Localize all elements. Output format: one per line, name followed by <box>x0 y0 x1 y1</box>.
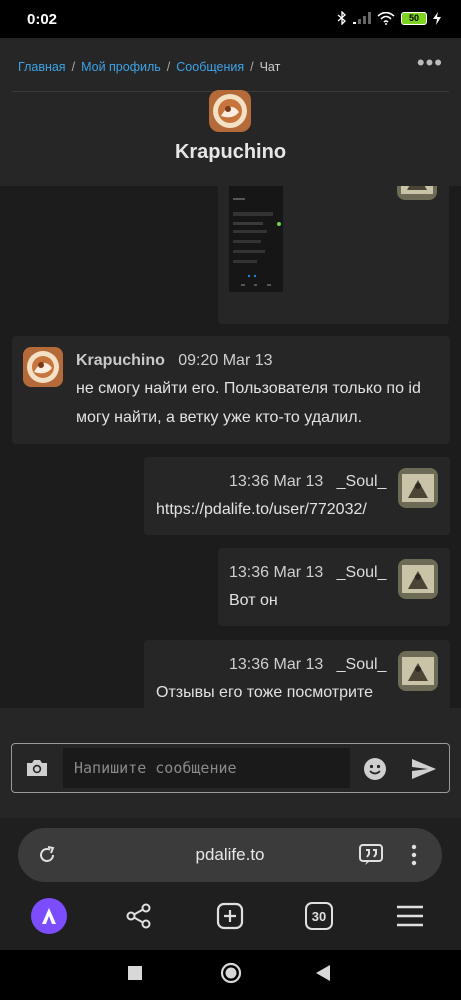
author-avatar[interactable] <box>398 559 438 599</box>
status-time: 0:02 <box>27 11 58 28</box>
camera-icon[interactable] <box>24 756 50 780</box>
message-author[interactable]: Krapuchino <box>76 352 165 369</box>
message-text: не смогу найти его. Пользователя только … <box>76 374 446 432</box>
battery-icon: 50 <box>401 11 427 25</box>
more-options-button[interactable]: ••• <box>417 52 443 74</box>
status-icons: 50 <box>337 11 441 25</box>
message-bubble: Krapuchino 09:20 Mar 13 не смогу найти е… <box>12 336 450 444</box>
quote-icon[interactable] <box>358 843 384 867</box>
alice-assistant-icon[interactable] <box>31 898 67 934</box>
hamburger-menu-icon[interactable] <box>394 902 426 930</box>
message-input[interactable] <box>63 748 350 788</box>
browser-toolbar: pdalife.to 30 <box>0 818 461 950</box>
breadcrumb-my-profile[interactable]: Мой профиль <box>81 60 161 74</box>
breadcrumb: Главная / Мой профиль / Сообщения / Чат <box>18 60 280 74</box>
message-time: 09:20 Mar 13 <box>178 352 273 369</box>
message-bubble <box>218 186 449 324</box>
message-bubble: 13:36 Mar 13 _Soul_ https://pdalife.to/u… <box>144 457 450 535</box>
send-icon[interactable] <box>410 756 438 782</box>
new-tab-icon[interactable] <box>214 900 246 932</box>
message-author[interactable]: _Soul_ <box>337 564 387 581</box>
system-navigation-bar <box>0 950 461 1000</box>
home-circle-icon[interactable] <box>219 961 243 985</box>
chat-partner-avatar[interactable] <box>209 90 251 132</box>
attached-screenshot[interactable] <box>229 186 283 292</box>
message-link[interactable]: https://pdalife.to/user/772032/ <box>156 501 367 518</box>
bluetooth-icon <box>337 11 347 25</box>
wifi-icon <box>377 11 395 25</box>
browser-nav-row: 30 <box>0 898 461 938</box>
author-avatar[interactable] <box>23 347 63 387</box>
tabs-counter-button[interactable]: 30 <box>305 902 333 930</box>
message-line: Вот он <box>229 592 278 609</box>
message-composer <box>11 743 450 793</box>
tabs-count: 30 <box>311 908 327 924</box>
emoji-icon[interactable] <box>362 756 388 782</box>
message-author[interactable]: _Soul_ <box>337 656 387 673</box>
message-bubble: 13:36 Mar 13 _Soul_ Отзывы его тоже посм… <box>144 640 450 708</box>
breadcrumb-home[interactable]: Главная <box>18 60 66 74</box>
author-avatar[interactable] <box>398 651 438 691</box>
message-author[interactable]: _Soul_ <box>337 473 387 490</box>
message-text: Отзывы его тоже посмотрите <box>156 678 373 707</box>
message-text: https://pdalife.to/user/772032/ <box>156 495 367 524</box>
back-triangle-icon[interactable] <box>313 963 333 983</box>
recents-square-icon[interactable] <box>126 964 144 982</box>
message-line: могу найти, а ветку уже кто-то удалил. <box>76 409 363 426</box>
message-time: 13:36 Mar 13 <box>229 656 324 673</box>
breadcrumb-separator: / <box>166 60 171 74</box>
message-time: 13:36 Mar 13 <box>229 473 324 490</box>
author-avatar[interactable] <box>398 468 438 508</box>
message-text: Вот он <box>229 586 278 615</box>
message-line: не смогу найти его. Пользователя только … <box>76 380 421 397</box>
battery-level: 50 <box>408 12 419 23</box>
message-meta: 13:36 Mar 13 _Soul_ <box>229 656 386 674</box>
message-meta: Krapuchino 09:20 Mar 13 <box>76 352 273 370</box>
breadcrumb-chat: Чат <box>259 60 281 74</box>
share-icon[interactable] <box>123 900 155 932</box>
message-meta: 13:36 Mar 13 _Soul_ <box>229 473 386 491</box>
address-bar[interactable]: pdalife.to <box>18 828 442 882</box>
message-meta: 13:36 Mar 13 _Soul_ <box>229 564 386 582</box>
chat-header: Главная / Мой профиль / Сообщения / Чат … <box>0 38 461 186</box>
breadcrumb-separator: / <box>71 60 76 74</box>
message-list[interactable]: Krapuchino 09:20 Mar 13 не смогу найти е… <box>0 186 461 708</box>
breadcrumb-messages[interactable]: Сообщения <box>176 60 244 74</box>
message-bubble: 13:36 Mar 13 _Soul_ Вот он <box>218 548 450 626</box>
message-time: 13:36 Mar 13 <box>229 564 324 581</box>
message-line: Отзывы его тоже посмотрите <box>156 684 374 701</box>
composer-area <box>0 708 461 818</box>
breadcrumb-separator: / <box>250 60 254 74</box>
menu-kebab-icon[interactable] <box>402 843 426 867</box>
charging-icon <box>433 11 441 25</box>
chat-partner-name: Krapuchino <box>174 141 287 163</box>
status-bar: 0:02 50 <box>0 0 461 38</box>
signal-icon <box>353 12 371 24</box>
author-avatar[interactable] <box>397 186 437 200</box>
